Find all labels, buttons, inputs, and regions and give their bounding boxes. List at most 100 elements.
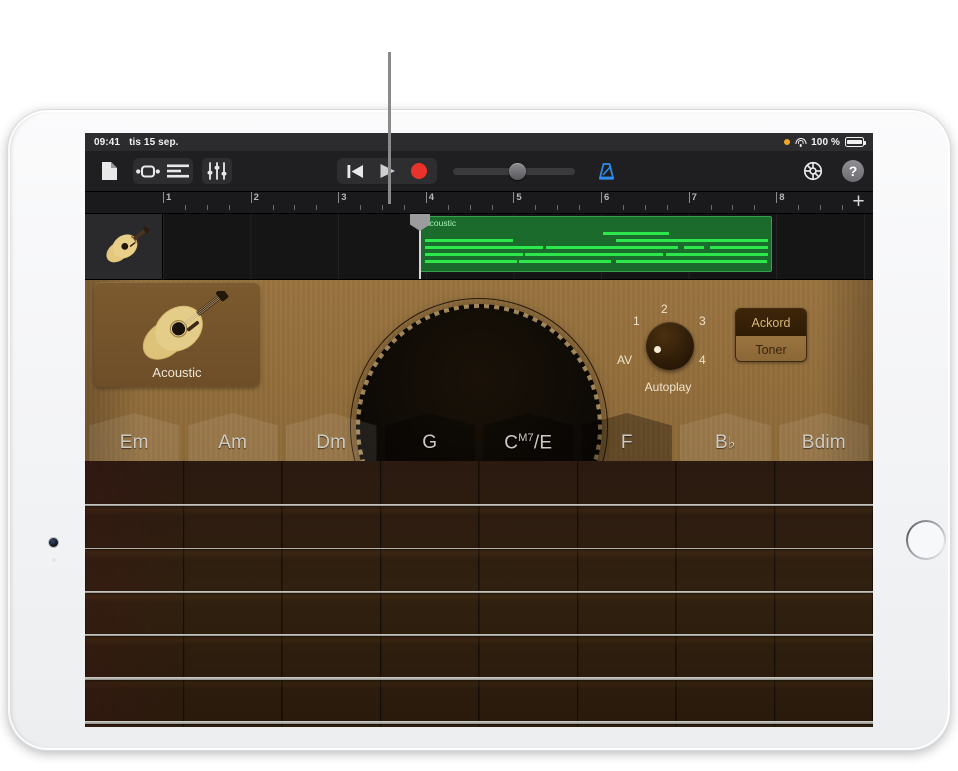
acoustic-guitar-icon [123, 291, 231, 369]
volume-slider-knob[interactable] [509, 163, 526, 180]
mixer-button[interactable] [202, 158, 232, 184]
view-toggle-group [133, 158, 193, 184]
autoplay-position-1[interactable]: 1 [633, 314, 640, 328]
loop-browser-button[interactable] [133, 158, 163, 184]
callout-leader-line [388, 52, 391, 204]
battery-icon [845, 137, 864, 147]
metronome-button[interactable] [591, 158, 621, 184]
chord-label: CM7/E [479, 432, 578, 454]
ruler-beat-tick [623, 205, 624, 210]
chord-button-Am[interactable]: Am [184, 413, 283, 461]
autoplay-label: Autoplay [615, 380, 721, 394]
guitar-string-4[interactable] [85, 634, 873, 636]
ruler-beat-tick [470, 205, 471, 210]
ruler-bar-label: 7 [692, 192, 697, 203]
midi-note [694, 239, 768, 242]
chord-label: Bdim [775, 432, 874, 454]
midi-note [425, 239, 513, 242]
string-shadow [85, 679, 873, 689]
guitar-string-1[interactable] [85, 504, 873, 506]
settings-button[interactable] [798, 158, 828, 184]
guitar-string-2[interactable] [85, 548, 873, 550]
chord-label: Em [85, 432, 184, 454]
autoplay-position-3[interactable]: 3 [699, 314, 706, 328]
guitar-string-6[interactable] [85, 721, 873, 724]
chord-label: Am [184, 432, 283, 454]
add-track-button[interactable]: + [850, 194, 867, 211]
string-shadow [85, 636, 873, 646]
status-bar: 09:41 tis 15 sep. 100 % [85, 133, 873, 151]
track-view-button[interactable] [163, 158, 193, 184]
ruler-bar-label: 3 [341, 192, 346, 203]
ruler-beat-tick [842, 205, 843, 210]
ruler-beat-tick [404, 205, 405, 210]
ruler-beat-tick [535, 205, 536, 210]
ruler-beat-tick [360, 205, 361, 210]
track-area: Acoustic [85, 214, 873, 279]
autoplay-knob[interactable] [646, 322, 694, 370]
autoplay-control: 2 1 3 4 AV Autoplay [615, 302, 721, 398]
midi-note [519, 260, 611, 263]
autoplay-off-label[interactable]: AV [617, 353, 632, 367]
wifi-icon [795, 138, 806, 147]
chord-label: G [381, 432, 480, 454]
ruler-beat-tick [448, 205, 449, 210]
play-button[interactable] [371, 158, 403, 184]
chords-mode-button[interactable]: Ackord [736, 309, 806, 336]
guitar-string-3[interactable] [85, 591, 873, 593]
track-header[interactable] [85, 214, 163, 279]
ruler-beat-tick [229, 205, 230, 210]
chord-button-Dm[interactable]: Dm [282, 413, 381, 461]
guitar-string-5[interactable] [85, 677, 873, 680]
my-songs-button[interactable] [94, 158, 124, 184]
chord-button-F[interactable]: F [578, 413, 677, 461]
home-button[interactable] [906, 520, 946, 560]
midi-note [684, 246, 704, 249]
ruler-bar-label: 5 [516, 192, 521, 203]
ruler-beat-tick [185, 205, 186, 210]
ruler-bar-label: 1 [166, 192, 171, 203]
master-volume-slider[interactable] [453, 168, 575, 175]
track-lanes[interactable]: Acoustic [163, 214, 873, 279]
ruler-beat-tick [579, 205, 580, 210]
status-date: tis 15 sep. [129, 137, 178, 148]
document-icon [101, 161, 118, 181]
chord-label: F [578, 432, 677, 454]
instrument-selector-tile[interactable]: Acoustic [94, 282, 260, 387]
rewind-button[interactable] [339, 158, 371, 184]
transport-controls [337, 158, 621, 184]
chord-button-Em[interactable]: Em [85, 413, 184, 461]
midi-region-acoustic[interactable]: Acoustic [419, 216, 772, 272]
status-time: 09:41 [94, 137, 120, 148]
ruler-beat-tick [820, 205, 821, 210]
ambient-sensor-icon [52, 558, 56, 562]
play-icon [379, 163, 396, 179]
playhead[interactable] [419, 214, 421, 279]
chord-label: B♭ [676, 432, 775, 454]
guitar-instrument-panel: Acoustic 2 1 3 4 AV Autoplay Ackord Tone… [85, 280, 873, 727]
loop-browser-icon [136, 164, 160, 179]
midi-note [703, 260, 767, 263]
string-shadow [85, 593, 873, 603]
chord-button-Bb[interactable]: B♭ [676, 413, 775, 461]
chord-button-G[interactable]: G [381, 413, 480, 461]
fretboard[interactable] [85, 461, 873, 727]
notes-mode-button[interactable]: Toner [736, 336, 806, 362]
midi-note [616, 246, 678, 249]
ruler-beat-tick [492, 205, 493, 210]
instrument-tile-label: Acoustic [152, 365, 201, 380]
autoplay-position-4[interactable]: 4 [699, 353, 706, 367]
battery-percent-label: 100 % [811, 137, 840, 148]
help-button[interactable]: ? [842, 160, 864, 182]
chord-button-C[interactable]: CM7/E [479, 413, 578, 461]
midi-note [684, 253, 768, 256]
gear-icon [802, 160, 824, 182]
timeline-ruler[interactable]: 12345678 + [85, 192, 873, 214]
chord-button-Bdim[interactable]: Bdim [775, 413, 874, 461]
record-button[interactable] [403, 158, 435, 184]
track-list-icon [167, 164, 189, 178]
string-shadow [85, 506, 873, 516]
autoplay-position-2[interactable]: 2 [661, 302, 668, 316]
ruler-gutter [85, 192, 163, 213]
ruler-beat-tick [316, 205, 317, 210]
